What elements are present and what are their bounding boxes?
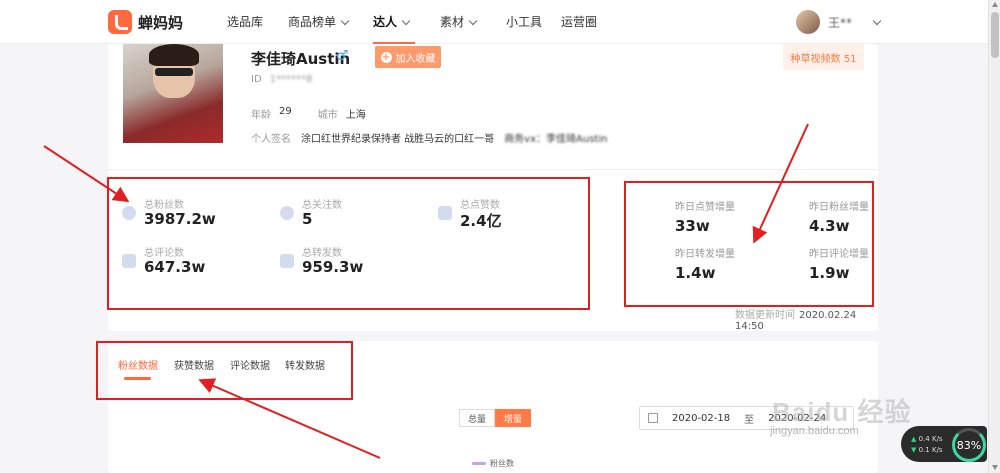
download-speed: 0.1 K/s — [918, 446, 943, 454]
upload-speed: 0.4 K/s — [918, 435, 943, 443]
arrow-to-totals — [43, 145, 130, 203]
baidu-watermark-url: jingyan.baidu.com — [770, 425, 859, 437]
page-scrollbar[interactable] — [988, 0, 1000, 473]
sunglasses-shape — [155, 68, 193, 76]
baidu-watermark: Baidu 经验 — [772, 397, 912, 427]
memory-usage-gauge: 83% — [952, 428, 986, 462]
scroll-up-icon[interactable] — [992, 2, 998, 7]
arrow-to-daily — [752, 123, 809, 244]
network-speed-widget[interactable]: ▲ 0.4 K/s ▼ 0.1 K/s 83% — [901, 426, 987, 462]
scroll-down-icon[interactable] — [992, 465, 998, 470]
scroll-thumb[interactable] — [991, 12, 999, 58]
arrow-to-tabs — [198, 378, 381, 459]
network-speeds: ▲ 0.4 K/s ▼ 0.1 K/s — [911, 435, 943, 454]
